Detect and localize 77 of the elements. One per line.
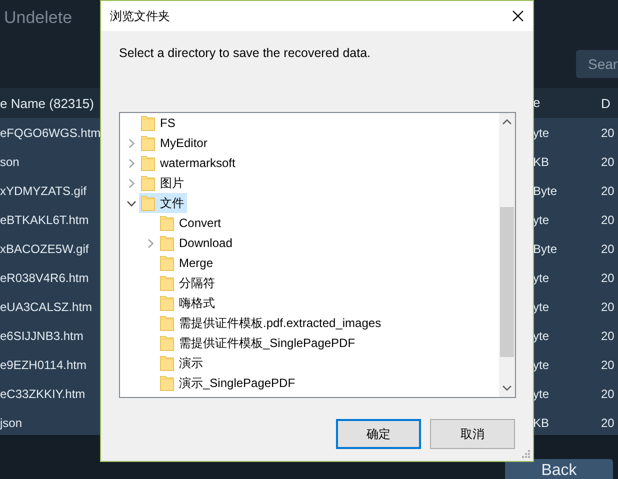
table-cell: yte [533, 386, 550, 400]
table-cell: 20 [601, 416, 614, 430]
column-header[interactable]: D [601, 96, 610, 110]
folder-icon [160, 215, 174, 231]
app-title: Undelete [4, 8, 72, 28]
tree-item[interactable]: 需提供证件模板_SinglePagePDF [158, 333, 358, 353]
tree-item[interactable]: 需提供证件模板.pdf.extracted_images [158, 313, 384, 333]
folder-icon [160, 275, 174, 291]
table-cell: 20 [601, 270, 614, 284]
table-cell: yte [533, 212, 550, 226]
folder-icon [160, 335, 174, 351]
scroll-down-icon[interactable] [502, 385, 512, 391]
folder-icon [160, 355, 174, 371]
tree-item[interactable]: watermarksoft [139, 153, 238, 173]
table-cell: 20 [601, 154, 614, 168]
tree-item[interactable]: 分隔符 [158, 273, 218, 293]
tree-item[interactable]: Download [158, 233, 236, 253]
dialog-title: 浏览文件夹 [110, 8, 170, 24]
tree-item[interactable]: 图片 [139, 173, 187, 193]
search-field[interactable]: Sear [576, 50, 618, 78]
folder-icon [141, 135, 155, 151]
tree-item[interactable]: 嗨格式 [158, 293, 218, 313]
folder-icon [160, 255, 174, 271]
dialog-button[interactable]: 取消 [430, 419, 515, 449]
back-button[interactable]: Back [505, 459, 613, 479]
scroll-thumb[interactable] [500, 207, 514, 357]
table-cell: 20 [601, 126, 614, 140]
tree-item[interactable]: MyEditor [139, 133, 210, 153]
table-cell: Byte [533, 242, 558, 256]
dialog-button[interactable]: 确定 [336, 419, 421, 449]
folder-icon [141, 195, 155, 211]
table-cell: eUA3CALSZ.htm [0, 300, 92, 314]
table-cell: 20 [601, 184, 614, 198]
table-cell: e6SIJJNB3.htm [0, 328, 84, 342]
table-cell: yte [533, 328, 550, 342]
folder-icon [141, 115, 155, 131]
tree-item[interactable]: 演示_SinglePagePDF [158, 373, 298, 393]
table-cell: son [0, 154, 20, 168]
table-cell: e9EZH0114.htm [0, 358, 86, 372]
table-cell: eBTKAKL6T.htm [0, 212, 89, 226]
table-cell: eFQGO6WGS.htm [0, 126, 101, 140]
tree-item[interactable]: Convert [158, 213, 224, 233]
folder-icon [160, 315, 174, 331]
scrollbar[interactable] [499, 113, 515, 397]
tree-item[interactable]: 文件 [139, 193, 187, 213]
folder-icon [141, 155, 155, 171]
table-cell: 20 [601, 212, 614, 226]
table-cell: json [0, 416, 22, 430]
table-cell: yte [533, 126, 550, 140]
table-cell: xBACOZE5W.gif [0, 242, 89, 256]
table-cell: xYDMYZATS.gif [0, 184, 86, 198]
table-cell: KB [533, 416, 550, 430]
table-cell: 20 [601, 386, 614, 400]
chevron-icon[interactable] [126, 198, 136, 208]
table-cell: yte [533, 358, 550, 372]
folder-icon [141, 175, 155, 191]
resize-grip-icon[interactable] [521, 449, 531, 459]
table-cell: eR038V4R6.htm [0, 270, 89, 284]
tree-item[interactable]: 演示 [158, 353, 206, 373]
close-icon[interactable] [512, 10, 524, 22]
table-cell: yte [533, 270, 550, 284]
tree-item[interactable]: Merge [158, 253, 216, 273]
table-cell: 20 [601, 328, 614, 342]
folder-icon [160, 295, 174, 311]
table-cell: 20 [601, 358, 614, 372]
scroll-up-icon[interactable] [502, 119, 512, 125]
column-header[interactable]: e Name (82315) [0, 96, 94, 110]
table-cell: 20 [601, 300, 614, 314]
table-cell: yte [533, 300, 550, 314]
folder-icon [160, 375, 174, 391]
tree-item[interactable]: FS [139, 113, 178, 133]
folder-icon [160, 235, 174, 251]
table-cell: Byte [533, 184, 558, 198]
table-cell: KB [533, 154, 550, 168]
table-cell: eC33ZKKIY.htm [0, 386, 86, 400]
dialog-message: Select a directory to save the recovered data. [118, 45, 372, 62]
table-cell: 20 [601, 242, 614, 256]
